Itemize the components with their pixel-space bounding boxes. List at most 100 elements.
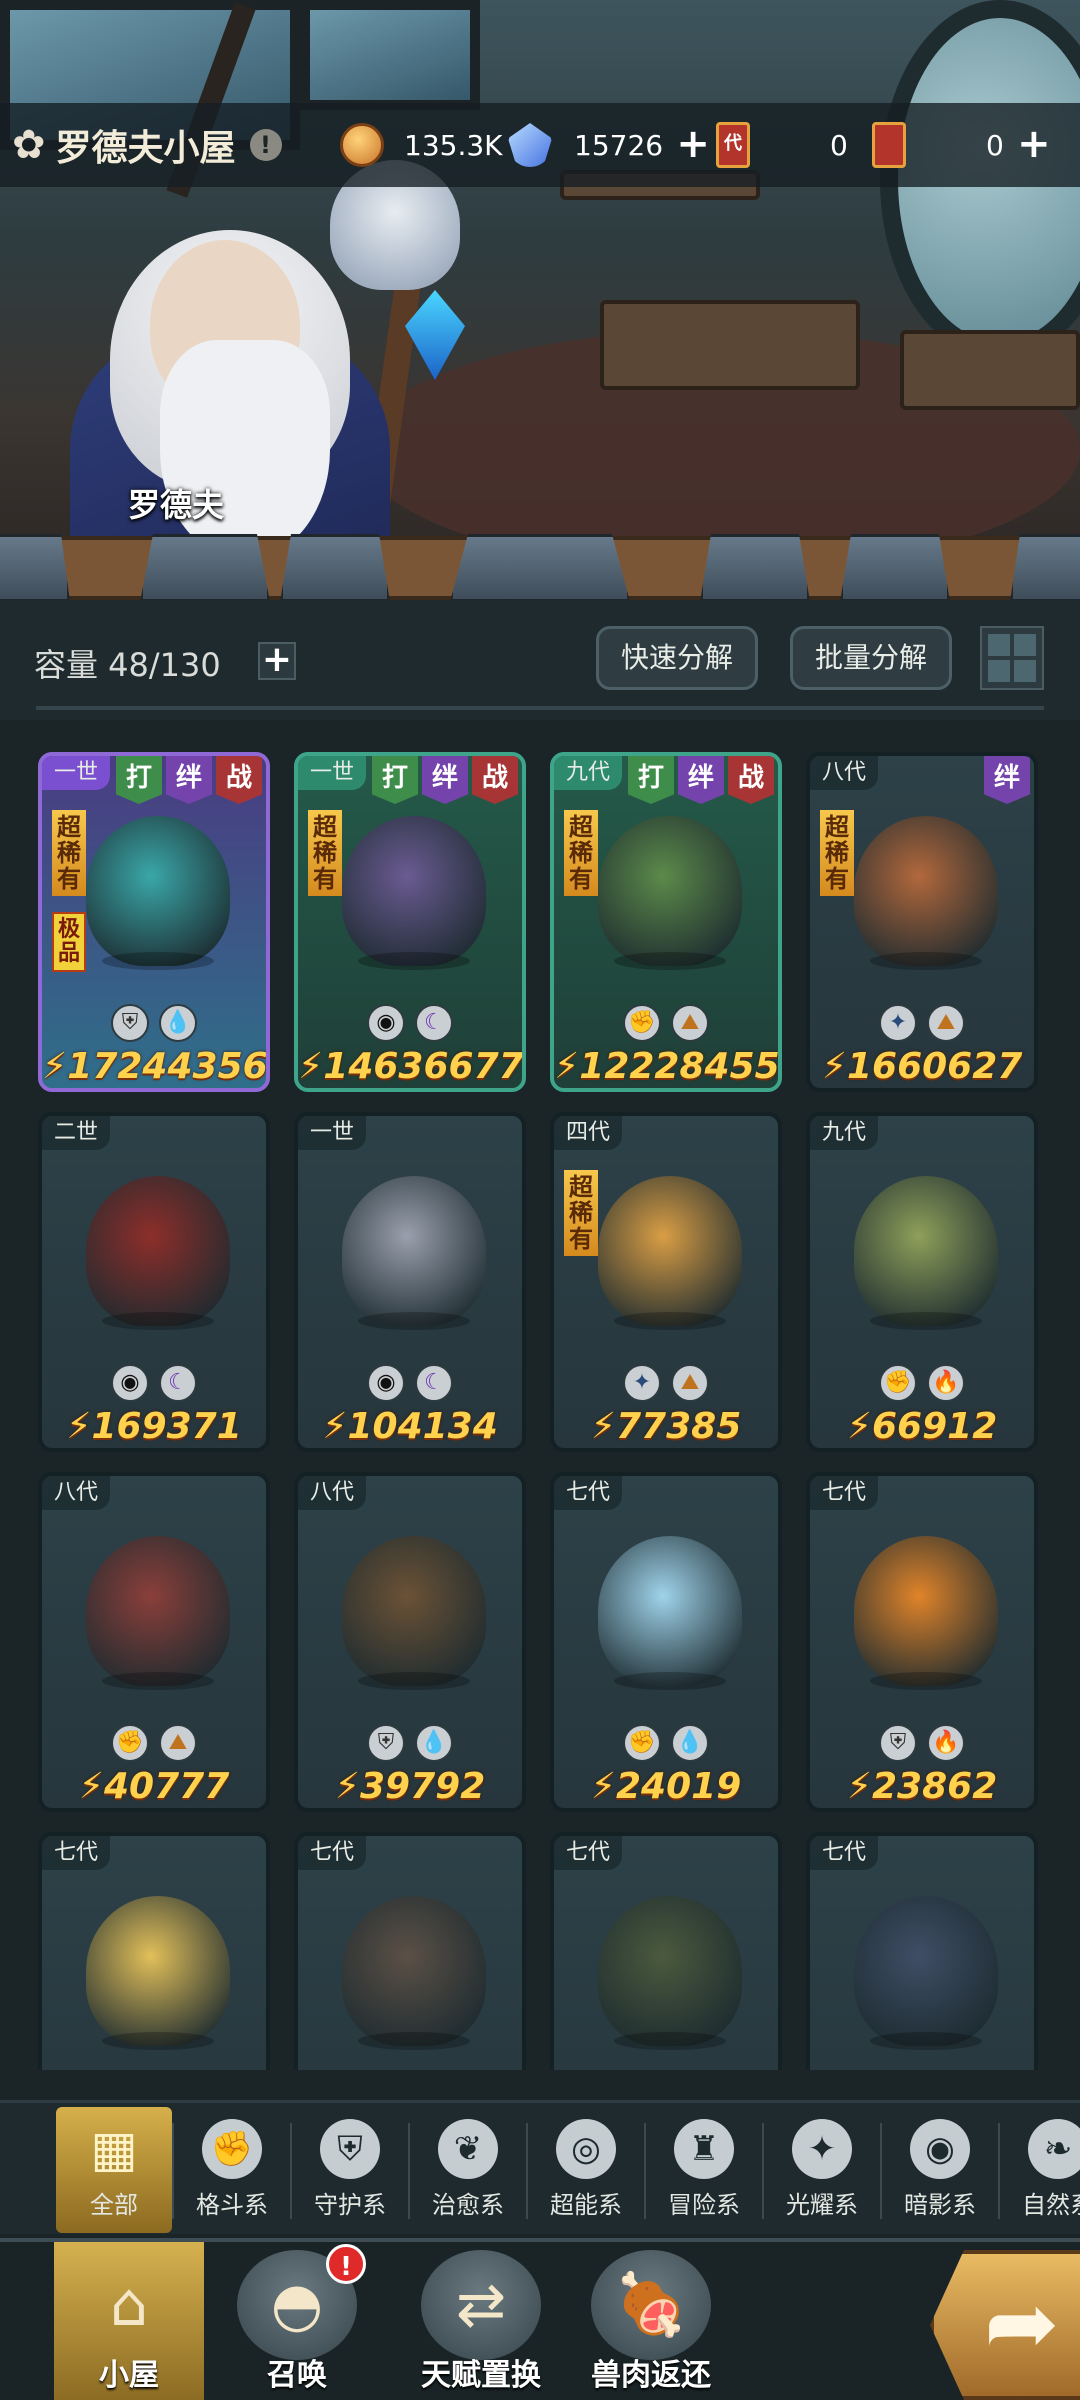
category-tab-alien[interactable]: ◎ 超能系: [528, 2107, 644, 2233]
category-tab-lantern[interactable]: ♜ 冒险系: [646, 2107, 762, 2233]
element-icons: ⛨ 💧: [298, 1724, 522, 1762]
generation-label: 七代: [810, 1476, 879, 1510]
creature-shadow: [102, 1312, 214, 1330]
creature-portrait: [854, 1536, 998, 1686]
creature-shadow: [358, 952, 470, 970]
monster-card[interactable]: 七代: [38, 1832, 270, 2070]
generation-label: 七代: [810, 1836, 879, 1870]
divider: [36, 706, 1044, 710]
monster-card[interactable]: 七代 ✊ 💧 ⚡24019: [550, 1472, 782, 1812]
monster-card[interactable]: 八代 ⛨ 💧 ⚡39792: [294, 1472, 526, 1812]
house-icon: ⌂: [109, 2270, 149, 2340]
monster-card[interactable]: 一世 ◉ ☾ ⚡104134: [294, 1112, 526, 1452]
monster-card[interactable]: 七代: [806, 1832, 1038, 2070]
nav-meat[interactable]: 🍖 兽肉返还: [566, 2242, 736, 2400]
trait-tag: 打: [116, 756, 162, 804]
creature-shadow: [870, 952, 982, 970]
creature-shadow: [102, 2032, 214, 2050]
nav-label: 召唤: [267, 2358, 327, 2393]
creature-portrait: [854, 1896, 998, 2046]
category-tab-shield[interactable]: ⛨ 守护系: [292, 2107, 408, 2233]
combat-power: ⚡77385: [590, 1406, 742, 1447]
creature-portrait: [854, 1176, 998, 1326]
info-icon[interactable]: !: [249, 129, 282, 161]
stone-slab: [840, 534, 950, 600]
monster-card[interactable]: 八代 ✊ ⛰ ⚡40777: [38, 1472, 270, 1812]
combat-power: ⚡104134: [322, 1406, 498, 1447]
nav-house[interactable]: ⌂ 小屋: [54, 2242, 204, 2400]
creature-portrait: [342, 1176, 486, 1326]
category-tab-fist[interactable]: ✊ 格斗系: [174, 2107, 290, 2233]
plank-trim: [0, 534, 1080, 600]
creature-portrait: [598, 1176, 742, 1326]
nav-swap[interactable]: ⇄ 天赋置换: [396, 2242, 566, 2400]
tab-separator: [762, 2123, 764, 2219]
category-label: 暗影系: [904, 2191, 976, 2219]
category-tab-grid[interactable]: ▦ 全部: [56, 2107, 172, 2233]
category-tab-star[interactable]: ✦ 光耀系: [764, 2107, 880, 2233]
creature-portrait: [854, 816, 998, 966]
lantern-icon: ♜: [674, 2119, 734, 2179]
category-label: 光耀系: [786, 2191, 858, 2219]
monster-card[interactable]: 七代: [294, 1832, 526, 2070]
monster-card[interactable]: 九代 ✊ 🔥 ⚡66912: [806, 1112, 1038, 1452]
category-tab-sprout[interactable]: ❦ 治愈系: [410, 2107, 526, 2233]
trait-tags: 打绊战: [628, 756, 774, 804]
monster-card[interactable]: 七代 ⛨ 🔥 ⚡23862: [806, 1472, 1038, 1812]
category-label: 守护系: [314, 2191, 386, 2219]
combat-power: ⚡39792: [334, 1766, 486, 1807]
element-icons: ✊ 💧: [554, 1724, 778, 1762]
combat-power: ⚡17244356: [42, 1046, 268, 1087]
meat-icon: 🍖: [591, 2250, 711, 2360]
light-element-icon: ✦: [623, 1364, 661, 1402]
grid-view-button[interactable]: [980, 626, 1044, 690]
category-tab-leaf[interactable]: ❧ 自然系: [1000, 2107, 1080, 2233]
fight-element-icon: ✊: [623, 1724, 661, 1762]
trait-tags: 打绊战: [116, 756, 262, 804]
monster-card[interactable]: 四代超稀有 ✦ ⛰ ⚡77385: [550, 1112, 782, 1452]
water-element-icon: 💧: [671, 1724, 709, 1762]
earth-element-icon: ⛰: [159, 1724, 197, 1762]
quick-decompose-button[interactable]: 快速分解: [596, 626, 759, 690]
gem-value: 15726: [574, 128, 664, 162]
creature-portrait: [598, 816, 742, 966]
add-tickets-button[interactable]: +: [1014, 124, 1054, 165]
add-gems-button[interactable]: +: [673, 124, 713, 165]
star-icon: ✦: [792, 2119, 852, 2179]
category-label: 全部: [90, 2191, 138, 2219]
stone-slab: [450, 534, 630, 600]
monster-card[interactable]: 二世 ◉ ☾ ⚡169371: [38, 1112, 270, 1452]
monster-card[interactable]: 八代绊超稀有 ✦ ⛰ ⚡1660627: [806, 752, 1038, 1092]
trait-tags: 打绊战: [372, 756, 518, 804]
trait-tag: 绊: [678, 756, 724, 804]
stone-slab: [1010, 534, 1080, 600]
monster-card[interactable]: 一世打绊战超稀有 ◉ ☾ ⚡14636677: [294, 752, 526, 1092]
grid-cell: [988, 660, 1010, 682]
stone-slab: [280, 534, 390, 600]
rarity-badge: 超稀有: [820, 810, 854, 896]
creature-portrait: [86, 1896, 230, 2046]
monster-card[interactable]: 七代: [550, 1832, 782, 2070]
grid-cell: [988, 634, 1010, 656]
ticket-icon: 代: [716, 122, 750, 168]
trait-tag: 绊: [984, 756, 1030, 804]
generation-label: 九代: [554, 756, 623, 790]
earth-element-icon: ⛰: [671, 1364, 709, 1402]
desk: [600, 300, 860, 390]
category-tab-eye[interactable]: ◉ 暗影系: [882, 2107, 998, 2233]
generation-label: 四代: [554, 1116, 623, 1150]
monster-card[interactable]: 九代打绊战超稀有 ✊ ⛰ ⚡12228455: [550, 752, 782, 1092]
expand-capacity-button[interactable]: +: [258, 642, 296, 680]
tab-separator: [172, 2123, 174, 2219]
monster-card[interactable]: 一世打绊战超稀有 极品 ⛨ 💧 ⚡17244356: [38, 752, 270, 1092]
rarity-badge: 超稀有: [564, 1170, 598, 1256]
fist-icon: ✊: [202, 2119, 262, 2179]
element-icons: ✊ ⛰: [42, 1724, 266, 1762]
batch-decompose-button[interactable]: 批量分解: [790, 626, 953, 690]
trait-tag: 战: [728, 756, 774, 804]
ticket2-value: 0: [986, 128, 1004, 162]
element-icons: ✦ ⛰: [810, 1004, 1034, 1042]
creature-shadow: [870, 1312, 982, 1330]
ticket1-value: 0: [830, 128, 848, 162]
trait-tag: 战: [472, 756, 518, 804]
